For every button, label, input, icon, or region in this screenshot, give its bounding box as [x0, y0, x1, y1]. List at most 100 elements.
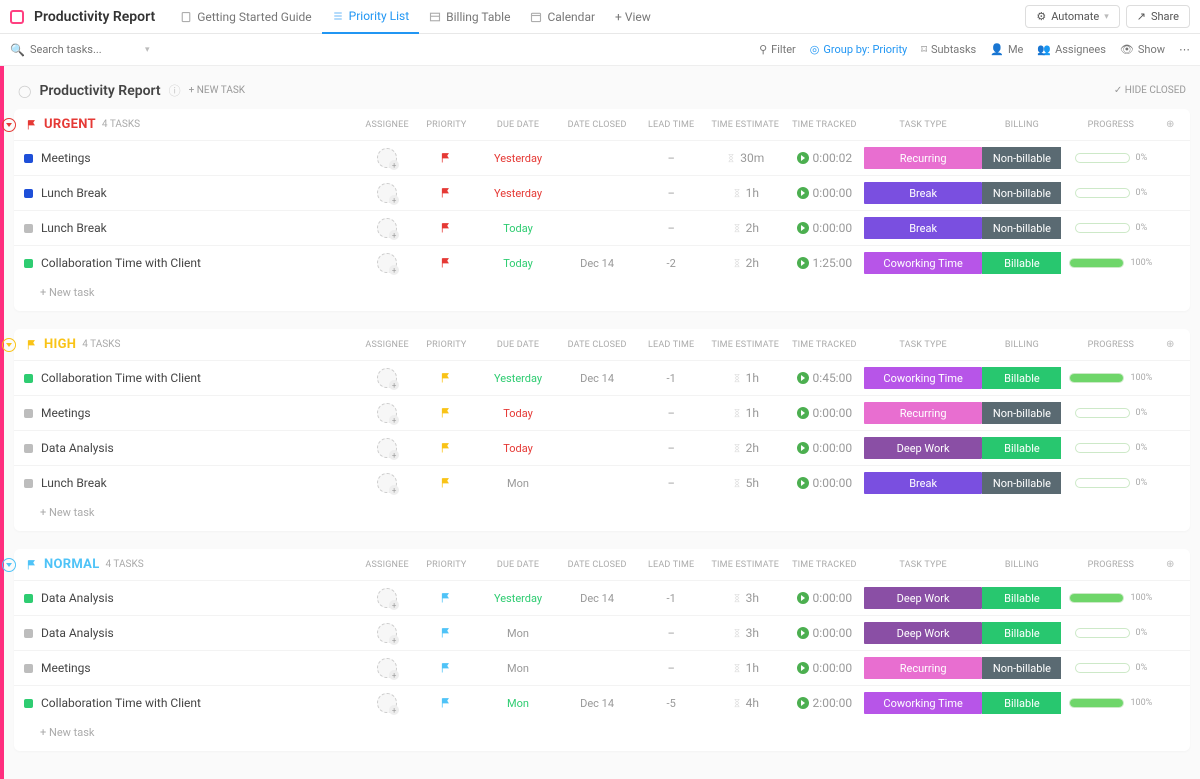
new-task-row[interactable]: + New task	[14, 500, 1190, 525]
subtasks-button[interactable]: ⌑Subtasks	[921, 43, 976, 56]
task-row[interactable]: Meetings Mon – 1h 0:00:00 Recurring Non-…	[14, 650, 1190, 685]
col-due[interactable]: DUE DATE	[479, 120, 558, 130]
progress-cell[interactable]: 0%	[1061, 153, 1160, 163]
new-task-button[interactable]: + NEW TASK	[189, 85, 245, 96]
assignee-cell[interactable]	[360, 368, 414, 388]
task-name[interactable]: Collaboration Time with Client	[41, 371, 201, 385]
task-name[interactable]: Meetings	[41, 661, 91, 675]
assignee-cell[interactable]	[360, 623, 414, 643]
play-icon[interactable]	[797, 662, 809, 674]
priority-cell[interactable]	[414, 187, 478, 199]
billing-badge[interactable]: Billable	[982, 622, 1061, 644]
col-priority[interactable]: PRIORITY	[414, 560, 478, 570]
col-due[interactable]: DUE DATE	[479, 560, 558, 570]
play-icon[interactable]	[797, 152, 809, 164]
due-date[interactable]: Today	[479, 257, 558, 270]
time-estimate[interactable]: 1h	[706, 186, 785, 200]
assignees-button[interactable]: 👥Assignees	[1037, 43, 1106, 56]
progress-cell[interactable]: 0%	[1061, 628, 1160, 638]
time-estimate[interactable]: 4h	[706, 696, 785, 710]
tab-priority-list[interactable]: Priority List	[322, 0, 419, 34]
task-row[interactable]: Data Analysis Mon – 3h 0:00:00 Deep Work…	[14, 615, 1190, 650]
assignee-cell[interactable]	[360, 588, 414, 608]
time-tracked[interactable]: 0:00:00	[785, 626, 864, 640]
billing-badge[interactable]: Non-billable	[982, 657, 1061, 679]
col-tracked[interactable]: TIME TRACKED	[785, 560, 864, 570]
billing-badge[interactable]: Non-billable	[982, 147, 1061, 169]
due-date[interactable]: Mon	[479, 477, 558, 490]
assignee-cell[interactable]	[360, 438, 414, 458]
assignee-cell[interactable]	[360, 403, 414, 423]
col-tracked[interactable]: TIME TRACKED	[785, 120, 864, 130]
status-icon[interactable]	[24, 224, 33, 233]
progress-cell[interactable]: 100%	[1061, 258, 1160, 268]
due-date[interactable]: Today	[479, 442, 558, 455]
progress-cell[interactable]: 100%	[1061, 373, 1160, 383]
col-billing[interactable]: BILLING	[982, 120, 1061, 130]
task-name[interactable]: Data Analysis	[41, 591, 114, 605]
filter-button[interactable]: ⚲Filter	[759, 43, 796, 56]
add-column-button[interactable]: ⊕	[1160, 119, 1180, 130]
collapse-all-icon[interactable]: ◯	[18, 84, 31, 98]
time-tracked[interactable]: 0:00:00	[785, 186, 864, 200]
task-row[interactable]: Lunch Break Mon – 5h 0:00:00 Break Non-b…	[14, 465, 1190, 500]
col-billing[interactable]: BILLING	[982, 340, 1061, 350]
assignee-avatar-icon[interactable]	[377, 658, 397, 678]
time-tracked[interactable]: 1:25:00	[785, 256, 864, 270]
add-view-button[interactable]: + View	[605, 0, 661, 34]
time-tracked[interactable]: 0:00:00	[785, 441, 864, 455]
task-row[interactable]: Meetings Yesterday – 30m 0:00:02 Recurri…	[14, 140, 1190, 175]
task-type-badge[interactable]: Recurring	[864, 147, 983, 169]
col-assignee[interactable]: ASSIGNEE	[360, 560, 414, 570]
col-tracked[interactable]: TIME TRACKED	[785, 340, 864, 350]
priority-cell[interactable]	[414, 442, 478, 454]
status-icon[interactable]	[24, 444, 33, 453]
due-date[interactable]: Today	[479, 222, 558, 235]
assignee-avatar-icon[interactable]	[377, 623, 397, 643]
col-lead[interactable]: LEAD TIME	[637, 560, 706, 570]
col-closed[interactable]: DATE CLOSED	[558, 120, 637, 130]
priority-cell[interactable]	[414, 627, 478, 639]
col-due[interactable]: DUE DATE	[479, 340, 558, 350]
automate-button[interactable]: ⚙ Automate ▾	[1025, 5, 1119, 28]
col-billing[interactable]: BILLING	[982, 560, 1061, 570]
time-estimate[interactable]: 3h	[706, 626, 785, 640]
more-icon[interactable]: ⋯	[1179, 43, 1190, 56]
assignee-avatar-icon[interactable]	[377, 368, 397, 388]
progress-cell[interactable]: 0%	[1061, 663, 1160, 673]
play-icon[interactable]	[797, 477, 809, 489]
hide-closed-button[interactable]: ✓ HIDE CLOSED	[1114, 85, 1186, 96]
col-assignee[interactable]: ASSIGNEE	[360, 120, 414, 130]
task-row[interactable]: Lunch Break Today – 2h 0:00:00 Break Non…	[14, 210, 1190, 245]
assignee-cell[interactable]	[360, 253, 414, 273]
col-lead[interactable]: LEAD TIME	[637, 120, 706, 130]
col-est[interactable]: TIME ESTIMATE	[706, 560, 785, 570]
task-type-badge[interactable]: Break	[864, 217, 983, 239]
task-name[interactable]: Lunch Break	[41, 186, 107, 200]
billing-badge[interactable]: Billable	[982, 252, 1061, 274]
col-progress[interactable]: PROGRESS	[1061, 560, 1160, 570]
task-type-badge[interactable]: Recurring	[864, 657, 983, 679]
col-lead[interactable]: LEAD TIME	[637, 340, 706, 350]
priority-cell[interactable]	[414, 592, 478, 604]
task-type-badge[interactable]: Coworking Time	[864, 367, 983, 389]
task-type-badge[interactable]: Deep Work	[864, 437, 983, 459]
status-icon[interactable]	[24, 699, 33, 708]
play-icon[interactable]	[797, 627, 809, 639]
time-tracked[interactable]: 0:00:00	[785, 476, 864, 490]
task-name[interactable]: Data Analysis	[41, 441, 114, 455]
col-progress[interactable]: PROGRESS	[1061, 120, 1160, 130]
collapse-icon[interactable]	[2, 338, 16, 352]
due-date[interactable]: Mon	[479, 697, 558, 710]
add-column-button[interactable]: ⊕	[1160, 559, 1180, 570]
assignee-cell[interactable]	[360, 148, 414, 168]
play-icon[interactable]	[797, 407, 809, 419]
priority-cell[interactable]	[414, 222, 478, 234]
progress-cell[interactable]: 0%	[1061, 478, 1160, 488]
time-tracked[interactable]: 0:45:00	[785, 371, 864, 385]
time-estimate[interactable]: 2h	[706, 221, 785, 235]
col-est[interactable]: TIME ESTIMATE	[706, 120, 785, 130]
time-tracked[interactable]: 0:00:00	[785, 661, 864, 675]
collapse-icon[interactable]	[2, 558, 16, 572]
info-icon[interactable]: ⓘ	[169, 82, 181, 99]
